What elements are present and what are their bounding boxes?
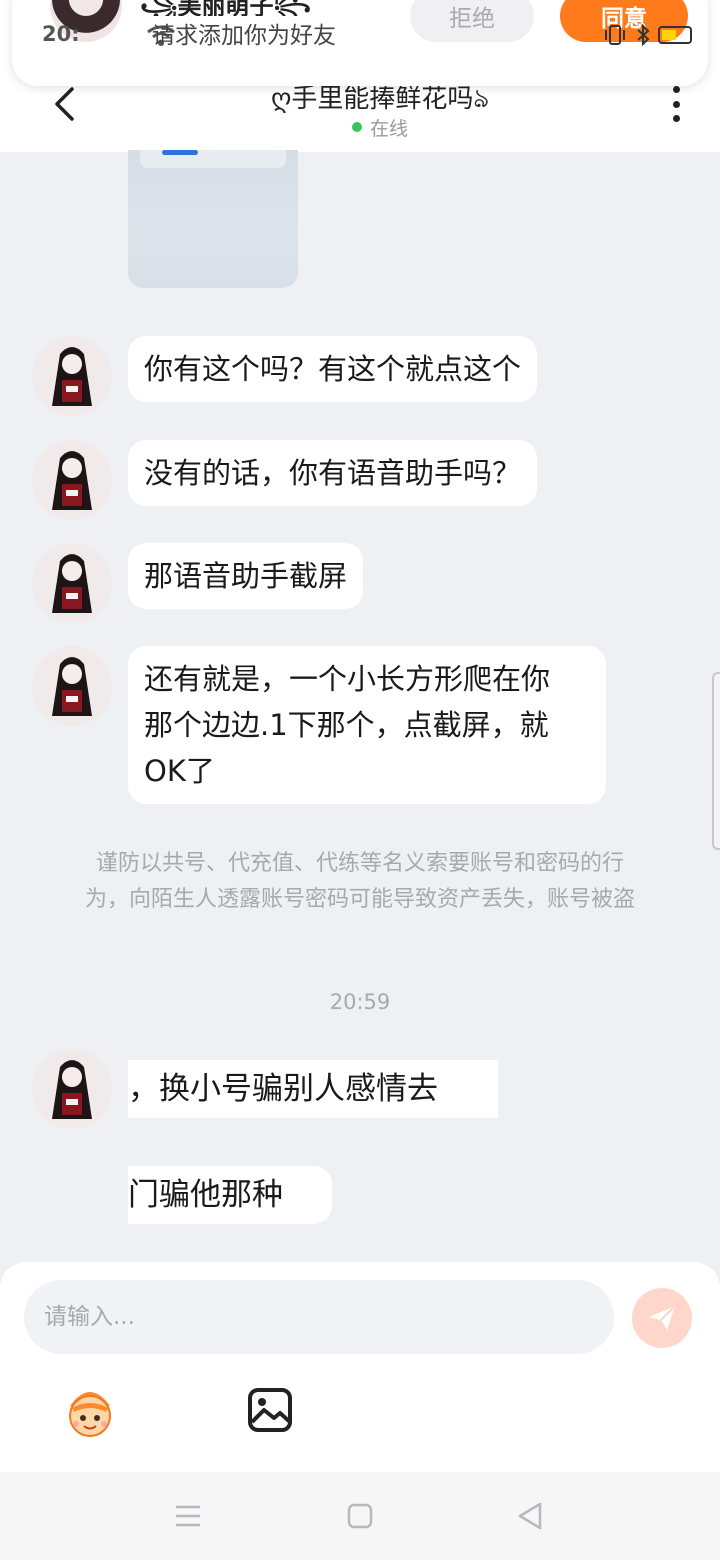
triangle-back-icon [518,1502,542,1530]
menu-icon [176,1505,200,1527]
image-thumbnail-bar [140,150,286,168]
online-status-text: 在线 [369,117,408,140]
message-bubble: 那语音助手截屏 [128,543,364,609]
image-button[interactable] [246,1386,294,1434]
more-dot-icon [672,100,680,108]
avatar[interactable] [32,440,112,520]
back-button[interactable] [44,82,84,126]
message-line: OK了 [144,754,215,788]
message-row: 没有的话，你有语音助手吗？ [32,440,692,520]
partial-message-bubble: 门骗他那种 [128,1166,332,1224]
safety-notice: 谨防以共号、代充值、代练等名义索要账号和密码的行 为，向陌生人透露账号密码可能导… [50,846,670,918]
message-input[interactable] [24,1280,614,1354]
partial-message-bubble: ，换小号骗别人感情去 [128,1060,498,1118]
notice-line: 谨防以共号、代充值、代练等名义索要账号和密码的行 [95,851,624,876]
reject-button[interactable]: 拒绝 [410,0,534,42]
message-line: 那个边边.1下那个，点截屏，就 [144,708,549,742]
message-timestamp: 20:59 [329,990,391,1014]
message-bubble: 你有这个吗？有这个就点这个 [128,336,538,402]
message-bubble: 没有的话，你有语音助手吗？ [128,440,538,506]
status-bar-time: 20: [42,22,80,46]
image-icon [248,1388,292,1432]
avatar[interactable] [32,1049,112,1129]
notification-message: 请求添加你为好友 [152,23,336,49]
emoji-button[interactable] [60,1384,120,1440]
notice-line: 为，向陌生人透露账号密码可能导致资产丢失，账号被盗 [84,887,635,912]
avatar-image [32,440,112,520]
more-button[interactable] [660,84,692,124]
more-dot-icon [672,86,680,93]
avatar[interactable] [32,543,112,623]
message-line: 还有就是，一个小长方形爬在你 [144,662,551,696]
friend-request-notification[interactable]: ꧁美丽萌子꧂ 20: 请求添加你为好友 拒绝 同意 [12,0,708,86]
message-row: 还有就是，一个小长方形爬在你 那个边边.1下那个，点截屏，就 OK了 [32,646,692,806]
avatar[interactable] [32,336,112,416]
message-row: 那语音助手截屏 [32,543,692,623]
send-button[interactable] [632,1288,692,1348]
avatar-image [32,543,112,623]
battery-icon [658,26,692,44]
avatar-image [32,646,112,726]
avatar-image [32,1049,112,1129]
notification-sender-name: ꧁美丽萌子꧂ [140,0,311,16]
image-message[interactable] [128,150,298,288]
online-dot-icon [351,122,362,132]
input-area [0,1262,720,1472]
square-home-icon [347,1503,373,1529]
avatar[interactable] [32,646,112,726]
avatar-image [32,336,112,416]
scroll-handle[interactable] [712,672,720,850]
message-bubble: 还有就是，一个小长方形爬在你 那个边边.1下那个，点截屏，就 OK了 [128,646,606,804]
message-row: 你有这个吗？有这个就点这个 [32,336,692,416]
system-nav-bar [0,1472,720,1560]
nav-back-button[interactable] [510,1500,550,1532]
more-dot-icon [672,115,680,122]
nav-menu-button[interactable] [168,1500,208,1532]
chevron-left-icon [55,87,74,121]
vibrate-icon [605,25,625,45]
emoji-mascot-icon [69,1392,111,1437]
online-status: 在线 [300,114,460,140]
send-icon [649,1305,676,1330]
status-icons [602,22,702,48]
nav-home-button[interactable] [340,1500,380,1532]
bluetooth-icon [637,24,650,46]
